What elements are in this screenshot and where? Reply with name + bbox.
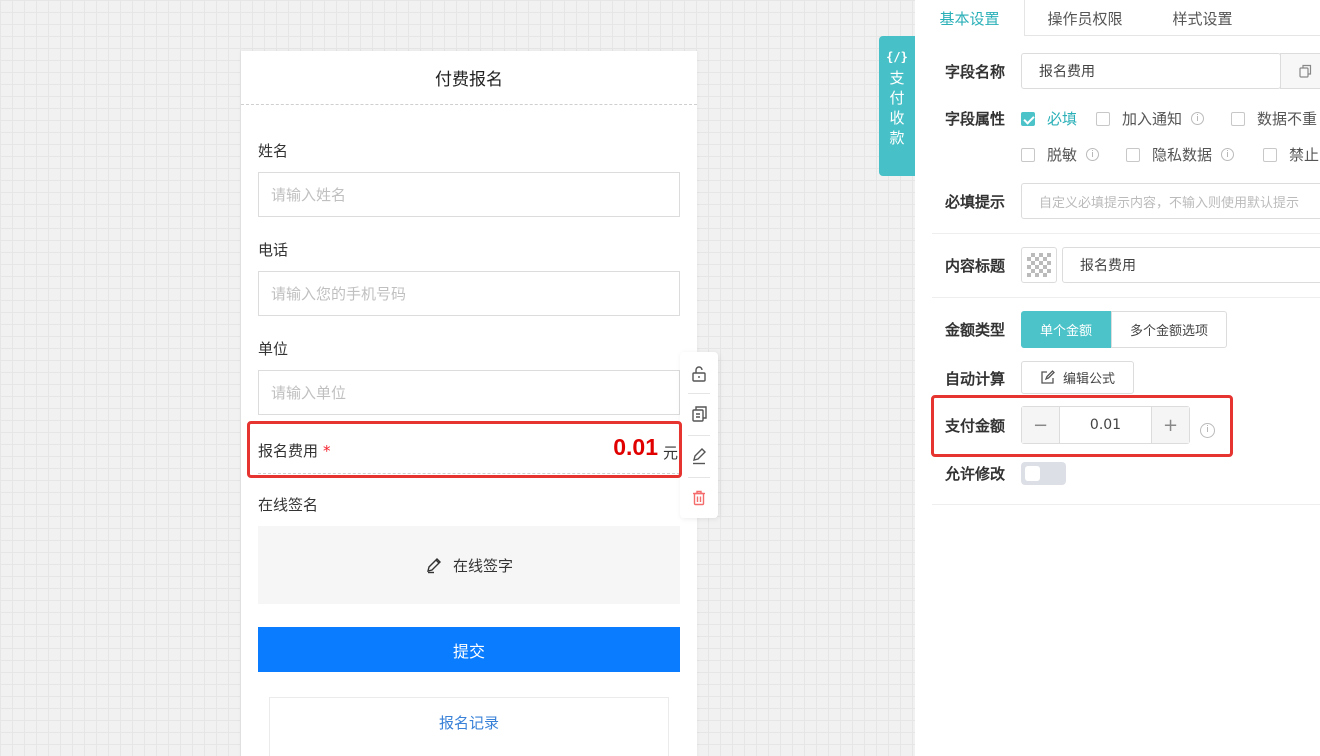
amount-type-label: 金额类型 (945, 321, 1006, 339)
checkbox-label: 禁止 (1289, 146, 1320, 164)
notify-checkbox[interactable]: 加入通知 i (1096, 108, 1205, 129)
disable-checkbox[interactable]: 禁止 (1263, 144, 1319, 165)
edit-formula-label: 编辑公式 (1062, 372, 1115, 387)
toolbar-divider (688, 477, 710, 478)
edit-icon[interactable] (689, 446, 709, 466)
tab-basic-settings[interactable]: 基本设置 (915, 0, 1025, 36)
fee-field-highlight (247, 421, 682, 478)
allow-edit-label: 允许修改 (945, 465, 1006, 483)
copy-icon (1299, 64, 1312, 78)
payment-component-tab[interactable]: {/} 支付收款 (879, 36, 915, 176)
required-checkbox[interactable]: 必填 (1021, 108, 1077, 129)
field-toolbar (680, 352, 718, 518)
checkbox-label: 数据不重 (1257, 110, 1318, 128)
unlock-icon[interactable] (689, 364, 709, 384)
checkbox-label: 脱敏 (1047, 146, 1078, 164)
form-preview-card: 付费报名 姓名 请输入姓名 电话 请输入您的手机号码 单位 请输入单位 报名费用… (241, 51, 697, 756)
checkbox-label: 必填 (1047, 110, 1078, 128)
single-amount-option[interactable]: 单个金额 (1021, 311, 1111, 348)
desensitize-checkbox[interactable]: 脱敏 i (1021, 144, 1100, 165)
field-attr-label: 字段属性 (945, 110, 1006, 128)
checkbox-box (1021, 111, 1035, 126)
info-icon: i (1191, 112, 1205, 125)
pen-icon (427, 558, 441, 574)
section-divider (932, 504, 1320, 505)
required-tip-input[interactable]: 自定义必填提示内容，不输入则使用默认提示 (1021, 183, 1320, 219)
edit-formula-icon (1041, 370, 1055, 384)
trash-icon[interactable] (689, 488, 709, 508)
field-name-label: 字段名称 (945, 63, 1006, 81)
records-panel: 报名记录 (269, 697, 669, 756)
properties-panel: 基本设置 操作员权限 样式设置 字段名称 报名费用 字段属性 必填 加入通知 i… (915, 0, 1320, 756)
signature-button[interactable]: 在线签字 (258, 526, 680, 604)
multiple-amount-option[interactable]: 多个金额选项 (1111, 311, 1227, 348)
content-title-label: 内容标题 (945, 257, 1006, 275)
checkbox-label: 加入通知 (1122, 110, 1183, 128)
toolbar-divider (688, 393, 710, 394)
panel-tabs: 基本设置 操作员权限 样式设置 (915, 0, 1320, 36)
name-label: 姓名 (258, 142, 289, 160)
phone-input[interactable]: 请输入您的手机号码 (258, 271, 680, 316)
checkbox-box (1126, 147, 1140, 162)
auto-calc-label: 自动计算 (945, 370, 1006, 388)
color-picker-button[interactable] (1021, 247, 1057, 283)
copy-field-name-button[interactable] (1280, 53, 1320, 89)
code-icon: {/} (886, 50, 908, 64)
pay-amount-highlight (931, 395, 1233, 457)
info-icon: i (1221, 148, 1235, 161)
checkbox-box (1096, 111, 1110, 126)
name-input[interactable]: 请输入姓名 (258, 172, 680, 217)
section-divider (932, 297, 1320, 298)
checkbox-box (1021, 147, 1035, 162)
required-tip-label: 必填提示 (945, 193, 1006, 211)
tabs-underline (1024, 35, 1320, 36)
content-title-input[interactable]: 报名费用 (1062, 247, 1320, 283)
tab-operator-permissions[interactable]: 操作员权限 (1025, 0, 1145, 36)
edit-formula-button[interactable]: 编辑公式 (1021, 361, 1134, 394)
form-title: 付费报名 (241, 51, 697, 105)
transparent-swatch-icon (1027, 253, 1051, 277)
submit-button[interactable]: 提交 (258, 627, 680, 672)
checkbox-box (1231, 111, 1245, 126)
tab-style-settings[interactable]: 样式设置 (1145, 0, 1260, 36)
private-data-checkbox[interactable]: 隐私数据 i (1126, 144, 1235, 165)
info-icon: i (1086, 148, 1100, 161)
field-name-input[interactable]: 报名费用 (1021, 53, 1281, 89)
section-divider (932, 233, 1320, 234)
signature-label: 在线签名 (258, 496, 319, 514)
phone-label: 电话 (258, 241, 289, 259)
company-label: 单位 (258, 340, 289, 358)
copy-icon[interactable] (689, 404, 709, 424)
allow-edit-toggle[interactable] (1021, 462, 1066, 485)
checkbox-box (1263, 147, 1277, 162)
unique-data-checkbox[interactable]: 数据不重 (1231, 108, 1317, 129)
payment-tab-label: 支付收款 (889, 69, 905, 147)
toolbar-divider (688, 435, 710, 436)
records-link[interactable]: 报名记录 (439, 712, 499, 756)
checkbox-label: 隐私数据 (1152, 146, 1213, 164)
company-input[interactable]: 请输入单位 (258, 370, 680, 415)
signature-button-label: 在线签字 (452, 556, 513, 575)
